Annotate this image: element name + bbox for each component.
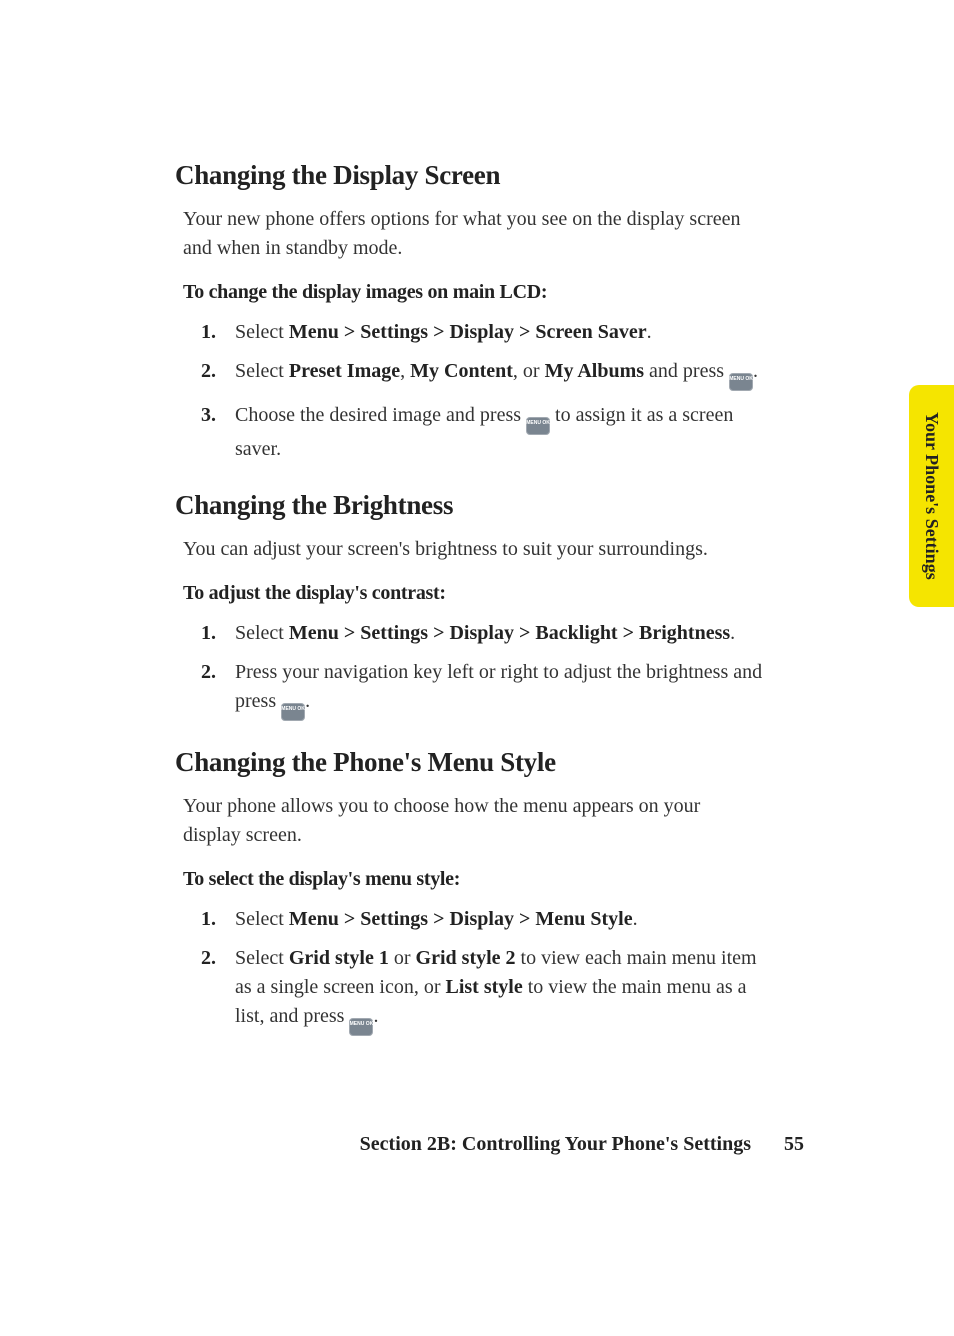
menu-ok-key-icon: MENU OK <box>349 1018 373 1036</box>
side-tab: Your Phone's Settings <box>909 385 954 607</box>
subhead: To select the display's menu style: <box>183 868 756 891</box>
section-display-screen: Changing the Display Screen Your new pho… <box>175 160 764 464</box>
step-list: Select Menu > Settings > Display > Scree… <box>175 318 764 464</box>
heading-display-screen: Changing the Display Screen <box>175 160 764 191</box>
intro-text: Your phone allows you to choose how the … <box>183 792 756 850</box>
intro-text: Your new phone offers options for what y… <box>183 205 756 263</box>
section-brightness: Changing the Brightness You can adjust y… <box>175 490 764 721</box>
step-list: Select Menu > Settings > Display > Backl… <box>175 619 764 721</box>
step-item: Select Preset Image, My Content, or My A… <box>235 357 764 391</box>
step-item: Select Grid style 1 or Grid style 2 to v… <box>235 944 764 1036</box>
step-item: Choose the desired image and press MENU … <box>235 401 764 464</box>
subhead: To adjust the display's contrast: <box>183 582 756 605</box>
heading-menu-style: Changing the Phone's Menu Style <box>175 747 764 778</box>
document-page: Your Phone's Settings Changing the Displ… <box>0 0 954 1336</box>
subhead: To change the display images on main LCD… <box>183 281 756 304</box>
intro-text: You can adjust your screen's brightness … <box>183 535 756 564</box>
footer-page-number: 55 <box>784 1133 804 1155</box>
menu-ok-key-icon: MENU OK <box>281 703 305 721</box>
section-menu-style: Changing the Phone's Menu Style Your pho… <box>175 747 764 1036</box>
menu-ok-key-icon: MENU OK <box>526 417 550 435</box>
step-item: Select Menu > Settings > Display > Backl… <box>235 619 764 648</box>
menu-ok-key-icon: MENU OK <box>729 373 753 391</box>
heading-brightness: Changing the Brightness <box>175 490 764 521</box>
step-list: Select Menu > Settings > Display > Menu … <box>175 905 764 1036</box>
step-item: Press your navigation key left or right … <box>235 658 764 721</box>
footer-section-label: Section 2B: Controlling Your Phone's Set… <box>360 1133 751 1155</box>
page-footer: Section 2B: Controlling Your Phone's Set… <box>360 1133 804 1156</box>
step-item: Select Menu > Settings > Display > Scree… <box>235 318 764 347</box>
side-tab-label: Your Phone's Settings <box>921 412 942 580</box>
step-item: Select Menu > Settings > Display > Menu … <box>235 905 764 934</box>
